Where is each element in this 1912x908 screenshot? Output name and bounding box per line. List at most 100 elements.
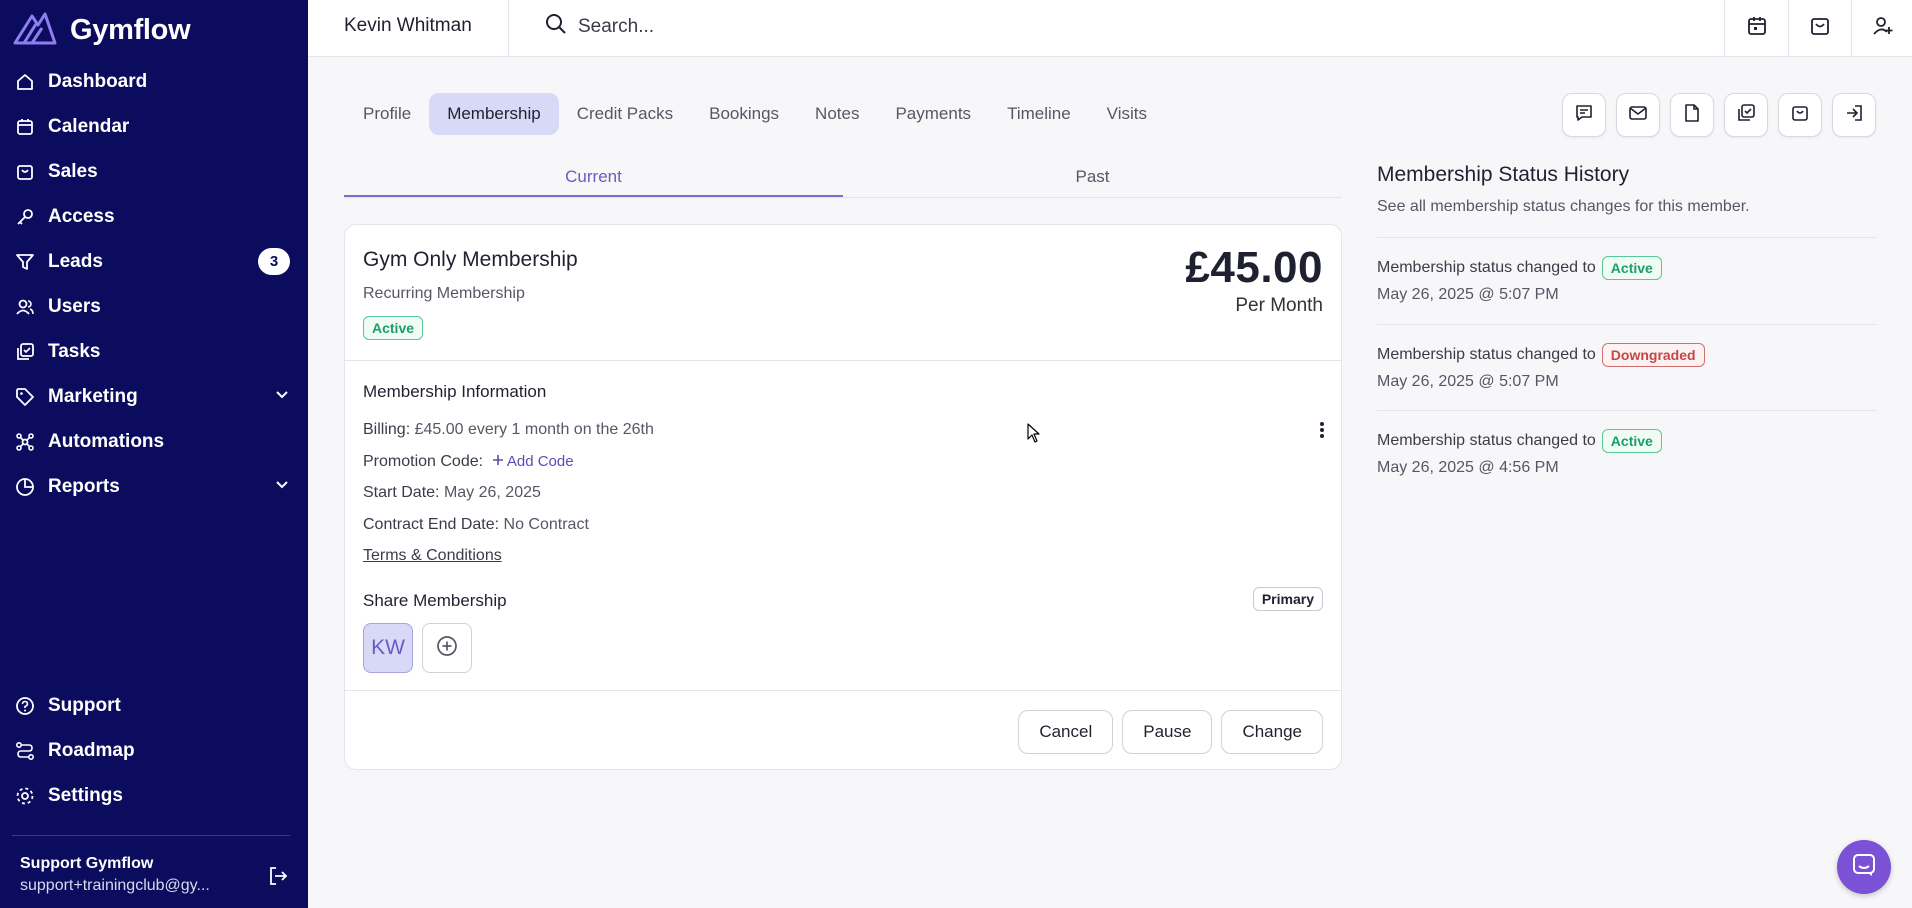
sidebar-item-leads[interactable]: Leads 3 [0,239,308,284]
logout-icon[interactable] [267,865,289,892]
tab-membership[interactable]: Membership [429,93,559,135]
sidebar-item-marketing[interactable]: Marketing [0,374,308,419]
chevron-down-icon[interactable] [274,476,290,497]
more-options-icon[interactable] [1319,421,1325,444]
tab-visits[interactable]: Visits [1089,93,1165,135]
check-in-button[interactable] [1832,93,1876,137]
automation-icon [14,431,36,453]
search-bar[interactable] [544,12,1244,41]
price-period: Per Month [1235,295,1323,316]
brand-name: Gymflow [70,14,191,46]
note-icon [1682,103,1702,128]
send-sms-button[interactable] [1562,93,1606,137]
account-email: support+trainingclub@gy... [20,877,210,894]
sidebar-item-label: Automations [48,430,165,452]
add-task-button[interactable] [1724,93,1768,137]
sidebar-item-support[interactable]: Support [0,683,308,728]
promo-row: Promotion Code: Add Code [363,453,574,471]
add-note-button[interactable] [1670,93,1714,137]
sidebar-item-settings[interactable]: Settings [0,773,308,818]
history-entry: Membership status changed to Active May 2… [1377,256,1662,304]
history-entry-text: Membership status changed to Active [1377,429,1662,453]
history-entry: Membership status changed to Downgraded M… [1377,343,1705,391]
add-shared-member-button[interactable] [422,623,472,673]
tab-bookings[interactable]: Bookings [691,93,797,135]
sidebar-item-users[interactable]: Users [0,284,308,329]
history-divider [1377,237,1877,238]
add-user-button[interactable] [1852,0,1912,57]
member-actions [1562,93,1876,137]
contract-end-row: Contract End Date: No Contract [363,516,589,534]
login-icon [1844,103,1864,128]
plus-icon [492,453,504,470]
leads-count-badge: 3 [258,248,290,275]
chat-button[interactable] [1837,840,1891,894]
sidebar-item-dashboard[interactable]: Dashboard [0,59,308,104]
chevron-down-icon[interactable] [274,386,290,407]
membership-buttons: Cancel Pause Change [1018,710,1323,754]
sidebar-item-label: Access [48,205,115,227]
billing-row: Billing: £45.00 every 1 month on the 26t… [363,421,654,439]
status-badge: Downgraded [1601,343,1705,367]
add-code-button[interactable]: Add Code [492,453,574,470]
send-email-button[interactable] [1616,93,1660,137]
sidebar-item-automations[interactable]: Automations [0,419,308,464]
calendar-button[interactable] [1726,0,1788,57]
sidebar-item-label: Dashboard [48,70,148,92]
calendar-icon [1746,15,1768,42]
tasks-icon [1736,103,1756,128]
sell-button[interactable] [1778,93,1822,137]
message-icon [1574,103,1594,128]
history-entry: Membership status changed to Active May 2… [1377,429,1662,477]
primary-badge: Primary [1252,587,1323,611]
start-date-value: May 26, 2025 [443,484,541,501]
search-input[interactable] [578,15,1178,38]
brand[interactable]: Gymflow [12,10,191,51]
cancel-button[interactable]: Cancel [1018,710,1114,754]
tab-profile[interactable]: Profile [345,93,429,135]
sidebar-item-label: Settings [48,784,123,806]
membership-info-title: Membership Information [363,382,547,401]
home-icon [14,71,36,93]
tab-notes[interactable]: Notes [797,93,877,135]
history-entry-text: Membership status changed to Active [1377,256,1662,280]
start-date-row: Start Date: May 26, 2025 [363,484,541,502]
sidebar-item-reports[interactable]: Reports [0,464,308,509]
shop-button[interactable] [1789,0,1851,57]
sidebar-item-calendar[interactable]: Calendar [0,104,308,149]
account-info: Support Gymflow support+trainingclub@gy.… [20,855,220,895]
sidebar-item-access[interactable]: Access [0,194,308,239]
tasks-icon [14,341,36,363]
subtab-current[interactable]: Current [344,164,843,197]
gymflow-logo-icon [12,10,58,51]
share-membership-title: Share Membership [363,591,507,610]
sidebar-item-roadmap[interactable]: Roadmap [0,728,308,773]
membership-type: Recurring Membership [363,285,525,302]
topbar-divider [508,0,509,57]
terms-link[interactable]: Terms & Conditions [363,547,502,565]
subtab-past[interactable]: Past [843,164,1342,197]
change-button[interactable]: Change [1221,710,1323,754]
sidebar-item-sales[interactable]: Sales [0,149,308,194]
membership-subtabs: Current Past [344,164,1342,198]
pause-button[interactable]: Pause [1122,710,1213,754]
avatar[interactable]: KW [363,623,413,673]
status-badge: Active [363,316,424,340]
history-entry-date: May 26, 2025 @ 5:07 PM [1377,373,1559,390]
shopping-bag-icon [14,161,36,183]
member-name: Kevin Whitman [344,15,472,36]
member-tabs: Profile Membership Credit Packs Bookings… [345,93,1165,135]
sidebar-item-tasks[interactable]: Tasks [0,329,308,374]
tab-payments[interactable]: Payments [877,93,989,135]
plus-circle-icon [435,634,459,663]
sidebar-divider [12,835,290,836]
price-amount: £45.00 [1185,243,1323,292]
card-divider [345,690,1341,691]
filter-icon [14,251,36,273]
tab-credit-packs[interactable]: Credit Packs [559,93,691,135]
account-name: Support Gymflow [20,855,154,872]
history-subtitle: See all membership status changes for th… [1377,198,1750,215]
mail-icon [1628,103,1648,128]
tab-timeline[interactable]: Timeline [989,93,1089,135]
user-plus-icon [1872,15,1894,42]
